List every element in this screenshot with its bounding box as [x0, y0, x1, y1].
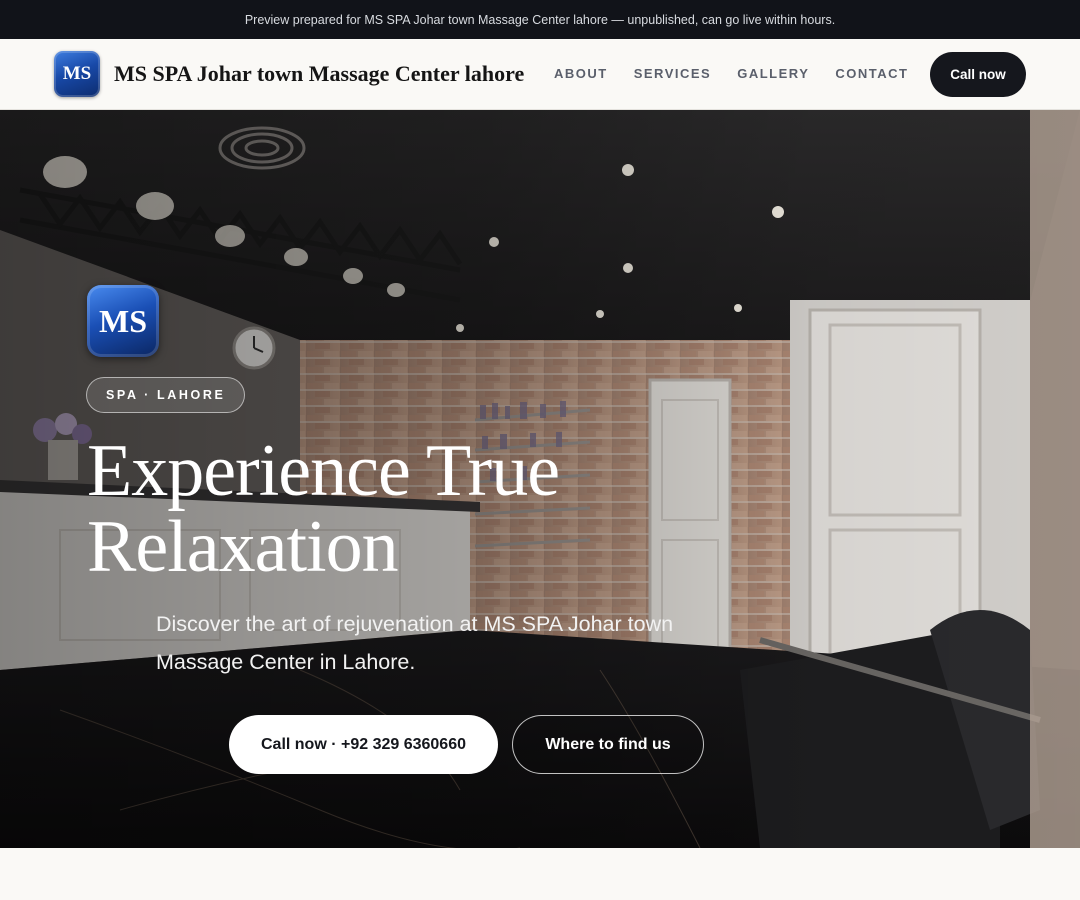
site-header: MS MS SPA Johar town Massage Center laho… — [0, 39, 1080, 110]
hero-logo: MS — [87, 285, 159, 357]
preview-banner-text: Preview prepared for MS SPA Johar town M… — [244, 12, 836, 27]
page-content-below — [0, 848, 1080, 900]
nav-contact[interactable]: CONTACT — [835, 66, 908, 81]
brand-logo-text: MS — [62, 63, 92, 84]
hero-section: MS SPA · LAHORE Experience True Relaxati… — [0, 110, 1080, 848]
hero-eyebrow-badge: SPA · LAHORE — [86, 377, 246, 413]
hero-location-button[interactable]: Where to find us — [512, 715, 704, 774]
nav-about[interactable]: ABOUT — [554, 66, 608, 81]
hero-title: Experience True Relaxation — [87, 430, 560, 588]
nav-services[interactable]: SERVICES — [634, 66, 712, 81]
main-nav: ABOUT SERVICES GALLERY CONTACT — [554, 66, 934, 81]
header-call-button[interactable]: Call now — [930, 52, 1026, 97]
hero-subtitle: Discover the art of rejuvenation at MS S… — [156, 612, 674, 674]
brand-logo[interactable]: MS — [54, 51, 100, 97]
brand-name[interactable]: MS SPA Johar town Massage Center lahore — [114, 61, 524, 87]
nav-gallery[interactable]: GALLERY — [737, 66, 809, 81]
hero-logo-text: MS — [99, 302, 147, 339]
hero-call-button[interactable]: Call now · +92 329 6360660 — [229, 715, 498, 774]
preview-banner: Preview prepared for MS SPA Johar town M… — [0, 0, 1080, 39]
